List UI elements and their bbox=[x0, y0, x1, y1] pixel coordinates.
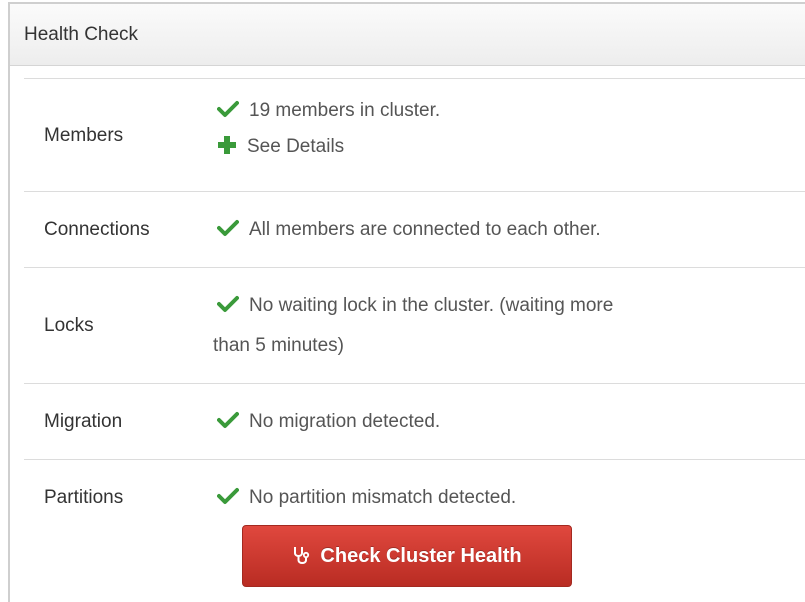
row-connections: Connections All members are connected to… bbox=[24, 191, 805, 267]
health-rows: Members 19 members in cluster. See Detai… bbox=[24, 78, 805, 599]
row-label: Migration bbox=[44, 411, 123, 432]
status-text: No migration detected. bbox=[249, 411, 441, 432]
button-label: Check Cluster Health bbox=[320, 544, 522, 567]
row-content: No partition mismatch detected. bbox=[217, 480, 785, 516]
plus-icon[interactable] bbox=[217, 135, 237, 155]
status-text: No waiting lock in the cluster. (waiting… bbox=[249, 295, 614, 316]
row-content: All members are connected to each other. bbox=[217, 212, 785, 248]
row-members: Members 19 members in cluster. See Detai… bbox=[24, 78, 805, 191]
see-details-link[interactable]: See Details bbox=[247, 136, 344, 157]
check-icon bbox=[217, 488, 239, 504]
row-label: Locks bbox=[44, 315, 94, 336]
check-cluster-health-button[interactable]: Check Cluster Health bbox=[242, 525, 572, 587]
panel-title: Health Check bbox=[24, 23, 139, 45]
status-text-continued: than 5 minutes) bbox=[213, 335, 344, 356]
row-label: Members bbox=[44, 125, 124, 146]
check-icon bbox=[217, 101, 239, 117]
row-label: Partitions bbox=[44, 487, 124, 508]
panel-header: Health Check bbox=[10, 4, 805, 66]
row-content: 19 members in cluster. See Details bbox=[217, 93, 785, 165]
check-icon bbox=[217, 220, 239, 236]
status-text: All members are connected to each other. bbox=[249, 219, 601, 240]
row-migration: Migration No migration detected. bbox=[24, 383, 805, 459]
check-icon bbox=[217, 296, 239, 312]
status-text: 19 members in cluster. bbox=[249, 100, 441, 121]
status-text: No partition mismatch detected. bbox=[249, 487, 517, 508]
stethoscope-icon bbox=[294, 547, 310, 564]
row-locks: Locks No waiting lock in the cluster. (w… bbox=[24, 267, 805, 383]
health-check-panel: Health Check Members 19 members in clust… bbox=[8, 2, 805, 602]
row-content: No waiting lock in the cluster. (waiting… bbox=[213, 286, 785, 366]
row-label: Connections bbox=[44, 219, 150, 240]
row-content: No migration detected. bbox=[217, 404, 785, 440]
check-icon bbox=[217, 412, 239, 428]
